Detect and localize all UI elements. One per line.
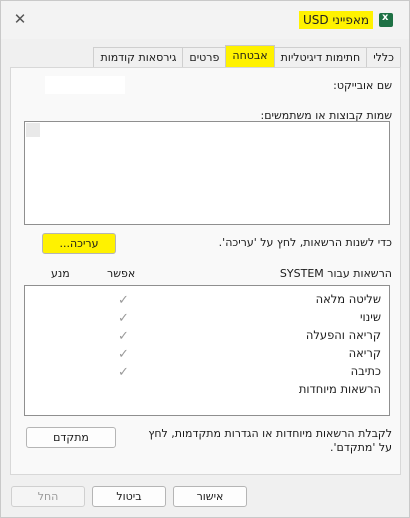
permission-row: שינוי ✓ [25, 310, 389, 328]
permission-row: קריאה והפעלה ✓ [25, 328, 389, 346]
allow-check-icon: ✓ [118, 311, 129, 326]
excel-icon [379, 12, 393, 27]
properties-dialog: ✕ מאפייני USD כללי חתימות דיגיטליות אבטח… [0, 0, 410, 518]
advanced-button[interactable]: מתקדם [26, 427, 116, 448]
deny-header: מנע [51, 267, 70, 280]
allow-check-icon: ✓ [118, 347, 129, 362]
allow-check-icon: ✓ [118, 365, 129, 380]
permission-row: שליטה מלאה ✓ [25, 292, 389, 310]
advanced-hint-line1: לקבלת הרשאות מיוחדות או הגדרות מתקדמות, … [148, 427, 392, 440]
permission-name: שינוי [359, 310, 381, 324]
tab-strip: כללי חתימות דיגיטליות אבטחה פרטים גירסאו… [93, 45, 401, 67]
object-name-value [45, 76, 125, 94]
permission-row: קריאה ✓ [25, 346, 389, 364]
permission-name: קריאה [348, 346, 381, 360]
groups-listbox[interactable] [24, 121, 390, 225]
edit-button[interactable]: עריכה... [42, 233, 116, 254]
tab-digital-signatures[interactable]: חתימות דיגיטליות [273, 47, 368, 67]
permission-name: שליטה מלאה [315, 292, 381, 306]
ok-button[interactable]: אישור [173, 486, 247, 507]
cancel-button[interactable]: ביטול [92, 486, 166, 507]
permission-name: קריאה והפעלה [305, 328, 381, 342]
permission-name: כתיבה [350, 364, 381, 378]
object-name-label: שם אובייקט: [333, 79, 392, 92]
allow-header: אפשר [107, 267, 136, 280]
list-item[interactable] [26, 123, 40, 137]
permission-row: כתיבה ✓ [25, 364, 389, 382]
permission-name: הרשאות מיוחדות [298, 382, 381, 396]
permissions-for-label: הרשאות עבור SYSTEM [279, 267, 392, 280]
apply-button[interactable]: החל [11, 486, 85, 507]
edit-hint: כדי לשנות הרשאות, לחץ על 'עריכה'. [218, 236, 392, 249]
title-bar: ✕ מאפייני USD [1, 1, 409, 39]
allow-check-icon: ✓ [118, 329, 129, 344]
tab-details[interactable]: פרטים [182, 47, 227, 67]
permissions-list[interactable]: שליטה מלאה ✓ שינוי ✓ קריאה והפעלה ✓ קריא… [24, 285, 390, 416]
window-title: מאפייני USD [299, 11, 373, 29]
permission-row: הרשאות מיוחדות [25, 382, 389, 400]
close-icon[interactable]: ✕ [11, 10, 29, 28]
tab-general[interactable]: כללי [366, 47, 401, 67]
allow-check-icon: ✓ [118, 293, 129, 308]
advanced-hint-line2: על 'מתקדם'. [330, 441, 392, 454]
tab-previous-versions[interactable]: גירסאות קודמות [93, 47, 184, 67]
title-area: מאפייני USD [299, 9, 393, 31]
tab-security[interactable]: אבטחה [225, 45, 275, 67]
security-panel: שם אובייקט: שמות קבוצות או משתמשים: כדי … [10, 67, 401, 475]
